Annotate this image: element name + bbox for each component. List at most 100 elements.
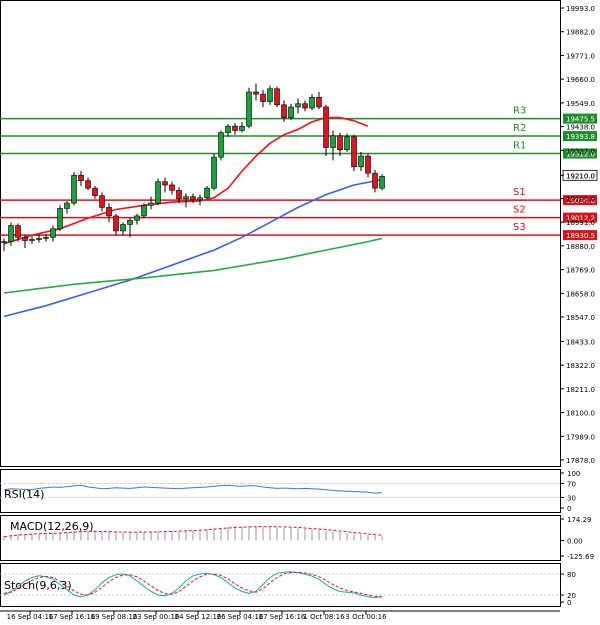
level-name-s2: S2 (513, 205, 526, 216)
candle-bear (302, 103, 308, 109)
level-name-s1: S1 (513, 187, 526, 198)
rsi-tick-label: 100 (567, 470, 580, 478)
candle-bull (358, 155, 364, 168)
level-name-s3: S3 (513, 222, 526, 233)
price-chart-svg: R319475.5R219393.8R119312.0S119094.0S219… (0, 0, 600, 621)
macd-tick-label: 0.00 (567, 537, 583, 545)
level-name-r1: R1 (513, 141, 526, 152)
price-tick-label: 18658.0 (566, 290, 595, 298)
price-tick-label: 18991.0 (566, 219, 595, 227)
price-tick-label: 19993.0 (566, 5, 595, 13)
candle-bull (218, 132, 224, 158)
candle-bull (155, 181, 161, 204)
x-tick-label: 3 Oct 00:16 (345, 613, 387, 621)
rsi-tick-label: 70 (567, 481, 576, 489)
candle-bear (190, 196, 196, 201)
candle-bear (260, 93, 266, 102)
x-tick-label: 26 Sep 04:16 (217, 613, 264, 621)
price-tick-label: 19660.0 (566, 76, 595, 84)
candle-bear (22, 237, 28, 241)
level-name-r3: R3 (513, 106, 526, 117)
price-tick-label: 19771.0 (566, 52, 595, 60)
rsi-label: RSI(14) (4, 488, 44, 501)
price-tick-label: 19882.0 (566, 29, 595, 37)
x-tick-label: 23 Sep 00:16 (133, 613, 180, 621)
candle-bear (372, 172, 378, 189)
candle-bear (169, 184, 175, 191)
candle-bull (1, 241, 7, 243)
candle-bear (162, 181, 168, 186)
stoch-tick-label: 0 (567, 599, 571, 607)
price-tick-label: 19101.0 (566, 196, 595, 204)
price-tick-label: 19210.0 (566, 172, 595, 180)
candle-bear (323, 106, 329, 148)
candle-bull (204, 187, 210, 199)
x-tick-label: 19 Sep 08:16 (91, 613, 138, 621)
candle-bear (113, 215, 119, 232)
price-tick-label: 17878.0 (566, 457, 595, 465)
candle-bull (120, 224, 126, 232)
candle-bear (351, 136, 357, 168)
level-value-r3: 19475.5 (566, 116, 595, 124)
price-tick-label: 19549.0 (566, 100, 595, 108)
candle-bear (99, 195, 105, 208)
candle-bear (337, 135, 343, 150)
candle-bear (274, 88, 280, 106)
candle-bull (64, 202, 70, 209)
candle-bear (92, 187, 98, 196)
level-value-r2: 19393.8 (566, 133, 595, 141)
x-tick-label: 16 Sep 04:16 (7, 613, 54, 621)
candle-bear (106, 207, 112, 217)
x-tick-label: 24 Sep 12:16 (175, 613, 222, 621)
candle-bear (85, 180, 91, 189)
rsi-tick-label: 0 (567, 505, 571, 513)
candle-bull (330, 135, 336, 148)
candle-bull (36, 238, 42, 240)
level-value-s3: 18930.5 (566, 232, 595, 240)
candle-bear (78, 175, 84, 181)
candle-bull (71, 175, 77, 204)
candle-bull (344, 136, 350, 150)
candle-bull (183, 196, 189, 200)
x-tick-label: 1 Oct 08:16 (303, 613, 345, 621)
price-tick-label: 18100.0 (566, 410, 595, 418)
price-tick-label: 19438.0 (566, 124, 595, 132)
candle-bull (239, 125, 245, 131)
macd-label: MACD(12,26,9) (10, 520, 94, 533)
macd-tick-label: -125.69 (567, 553, 594, 561)
candle-bear (253, 91, 259, 95)
candle-bull (295, 103, 301, 108)
price-tick-label: 18211.0 (566, 386, 595, 394)
level-name-r2: R2 (513, 123, 526, 134)
candle-bull (267, 88, 273, 102)
candle-bull (43, 237, 49, 239)
stoch-tick-label: 80 (567, 571, 576, 579)
candle-bear (365, 155, 371, 174)
candle-bear (15, 225, 21, 238)
chart-stage: R3 19475.5 R2 19393.8 R1 19312.0 S1 19094.0 S2 19… (0, 0, 600, 621)
price-tick-label: 18769.0 (566, 267, 595, 275)
candle-bull (8, 225, 14, 242)
candle-bull (148, 202, 154, 206)
candle-bull (141, 204, 147, 217)
candle-bull (197, 197, 203, 201)
candle-bear (176, 189, 182, 200)
price-tick-label: 18322.0 (566, 362, 595, 370)
price-tick-label: 19327.0 (566, 147, 595, 155)
candle-bull (50, 228, 56, 238)
price-tick-label: 18433.0 (566, 338, 595, 346)
candle-bull (57, 208, 63, 230)
candle-bear (316, 97, 322, 108)
candle-bull (225, 125, 231, 133)
candle-bull (309, 97, 315, 109)
candle-bull (288, 106, 294, 118)
candle-bear (232, 125, 238, 131)
rsi-tick-label: 30 (567, 495, 576, 503)
candle-bull (29, 239, 35, 241)
candle-bull (127, 219, 133, 225)
price-tick-label: 17989.0 (566, 433, 595, 441)
candle-bull (246, 91, 252, 127)
macd-tick-label: 174.29 (567, 516, 592, 524)
price-tick-label: 18880.0 (566, 243, 595, 251)
x-tick-label: 27 Sep 16:16 (259, 613, 306, 621)
